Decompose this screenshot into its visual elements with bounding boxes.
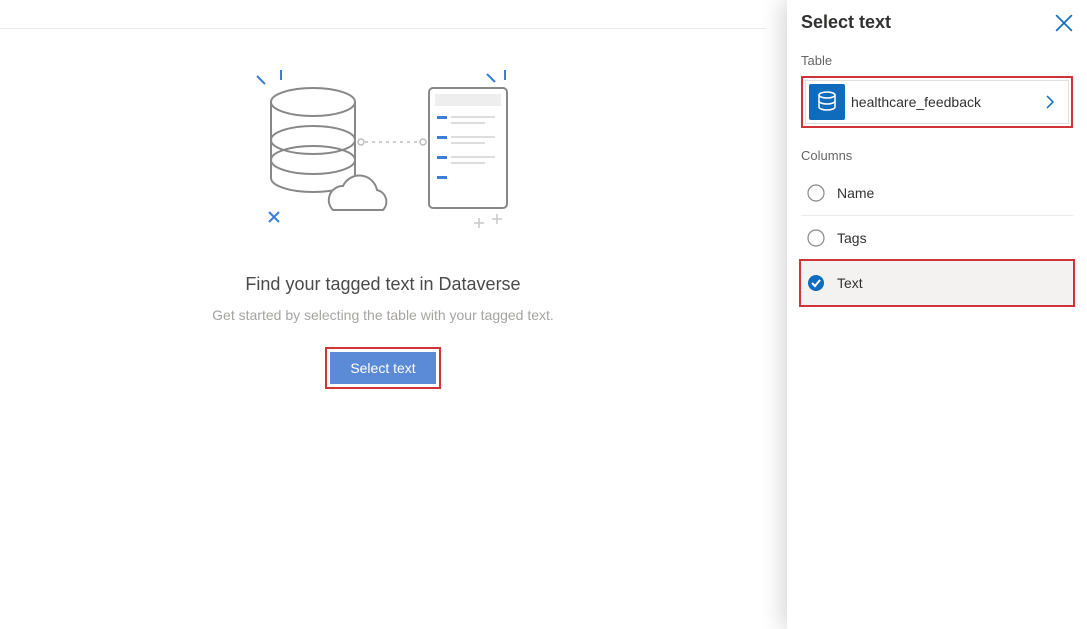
select-text-highlight: Select text [325, 347, 440, 389]
database-icon [809, 84, 845, 120]
radio-unchecked-icon [807, 184, 825, 202]
panel-header: Select text [801, 12, 1073, 33]
table-selector[interactable]: healthcare_feedback [805, 80, 1069, 124]
column-label: Text [837, 275, 863, 291]
close-icon[interactable] [1055, 14, 1073, 32]
columns-section-label: Columns [801, 148, 1073, 163]
illustration-dataverse [253, 70, 513, 230]
columns-list: Name Tags Text [801, 171, 1073, 307]
column-option-text[interactable]: Text [801, 261, 1073, 305]
radio-unchecked-icon [807, 229, 825, 247]
table-name: healthcare_feedback [851, 94, 1042, 110]
column-label: Name [837, 185, 874, 201]
table-selector-highlight: healthcare_feedback [801, 76, 1073, 128]
panel-title: Select text [801, 12, 891, 33]
column-option-name[interactable]: Name [801, 171, 1073, 215]
column-option-tags[interactable]: Tags [801, 215, 1073, 259]
select-text-button[interactable]: Select text [330, 352, 435, 384]
chevron-right-icon [1042, 94, 1058, 110]
top-divider [0, 28, 766, 29]
main-subtitle: Get started by selecting the table with … [212, 307, 554, 323]
column-label: Tags [837, 230, 867, 246]
radio-checked-icon [807, 274, 825, 292]
table-section-label: Table [801, 53, 1073, 68]
main-content: Find your tagged text in Dataverse Get s… [0, 70, 766, 389]
select-text-panel: Select text Table healthcare_feedback Co… [787, 0, 1087, 629]
column-option-text-highlight: Text [799, 259, 1075, 307]
main-title: Find your tagged text in Dataverse [245, 274, 520, 295]
